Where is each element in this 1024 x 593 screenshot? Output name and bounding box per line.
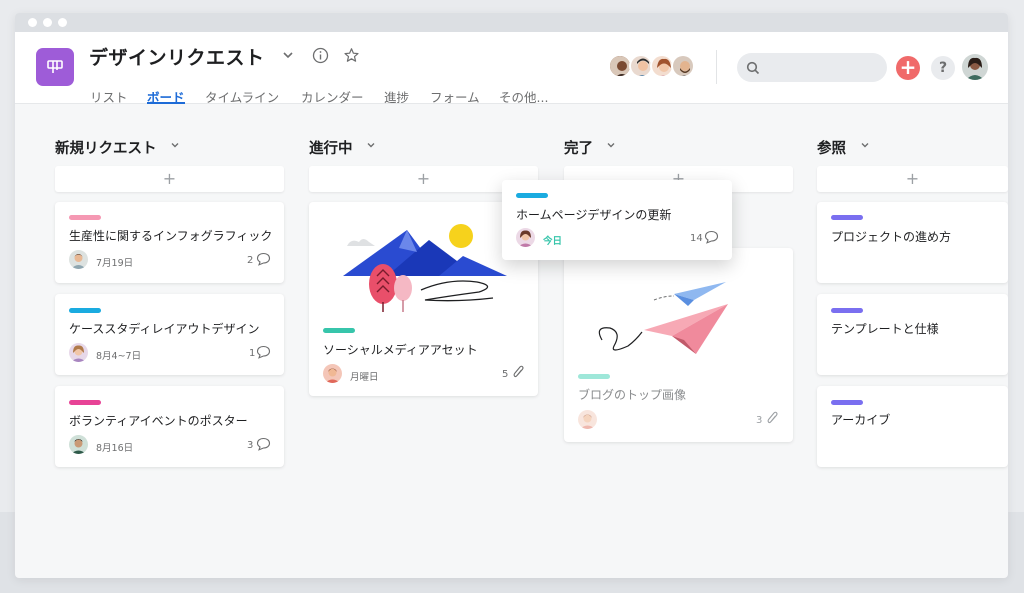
task-card[interactable]: テンプレートと仕様 [817,294,1008,375]
chevron-down-icon[interactable] [281,48,295,67]
task-title: 生産性に関するインフォグラフィック [69,229,273,243]
due-date: 今日 [543,236,563,247]
comment-icon [256,252,271,266]
comment-icon [256,345,271,359]
task-card[interactable]: アーカイブ [817,386,1008,467]
task-card[interactable]: ケーススタディレイアウトデザイン 8月4~7日 1 [55,294,284,375]
window-titlebar [15,13,1008,32]
search-icon [746,61,760,75]
due-date: 8月16日 [96,443,134,454]
chevron-down-icon[interactable] [366,140,376,153]
tag-bar [831,400,863,405]
add-task-button[interactable]: + [817,166,1008,192]
column-title: 新規リクエスト [55,141,157,157]
active-tab-indicator [147,102,185,104]
member-avatar[interactable] [671,54,695,78]
assignee-avatar[interactable] [69,343,88,362]
assignee-avatar[interactable] [516,228,535,247]
paper-plane-illustration [598,282,728,354]
column-title: 完了 [564,141,593,157]
app-window: デザインリクエスト リスト ボード タイムライン カレンダー 進捗 フォーム そ… [15,13,1008,578]
tag-bar [69,308,101,313]
task-title: ソーシャルメディアアセット [323,343,478,357]
tab-forms[interactable]: フォーム [430,87,480,106]
tag-bar [69,215,101,220]
window-dot [58,18,67,27]
assignee-avatar[interactable] [69,250,88,269]
tag-bar [516,193,548,198]
due-date: 7月19日 [96,258,134,269]
quick-add-button[interactable]: + [896,56,920,80]
due-date: 月曜日 [350,372,379,383]
tab-progress[interactable]: 進捗 [384,87,409,106]
help-button[interactable]: ? [931,56,955,80]
project-title: デザインリクエスト [89,47,265,69]
window-dot [28,18,37,27]
task-card[interactable]: プロジェクトの進め方 [817,202,1008,283]
comment-count: 1 [249,348,256,359]
assignee-avatar[interactable] [323,364,342,383]
tab-calendar[interactable]: カレンダー [301,87,364,106]
task-title: アーカイブ [831,413,891,427]
task-title: テンプレートと仕様 [831,322,939,336]
attachment-icon [513,365,524,378]
search-input[interactable] [737,53,887,82]
comment-count: 14 [690,233,703,244]
assignee-avatar[interactable] [578,410,597,429]
dragging-task-card[interactable]: ホームページデザインの更新 今日 14 [502,180,732,260]
tab-list[interactable]: リスト [90,87,128,106]
project-header: デザインリクエスト リスト ボード タイムライン カレンダー 進捗 フォーム そ… [15,32,1008,106]
tab-timeline[interactable]: タイムライン [205,87,279,106]
comment-icon [256,437,271,451]
comment-count: 3 [247,440,254,451]
task-title: ケーススタディレイアウトデザイン [69,322,260,336]
project-board-icon[interactable] [36,48,74,86]
task-title: プロジェクトの進め方 [831,230,952,244]
task-title: ブログのトップ画像 [578,388,687,402]
column-title: 参照 [817,141,846,157]
tag-bar [69,400,101,405]
column-title: 進行中 [309,141,353,157]
task-card[interactable]: ボランティアイベントのポスター 8月16日 3 [55,386,284,467]
tab-more[interactable]: その他... [499,87,548,106]
chevron-down-icon[interactable] [606,140,616,153]
header-divider [716,50,717,84]
info-icon[interactable] [312,47,329,69]
tag-bar [831,308,863,313]
task-card[interactable]: ブログのトップ画像 3 [564,248,793,442]
tag-bar [831,215,863,220]
mountain-illustration [343,224,507,312]
attachment-count: 3 [756,415,763,426]
assignee-avatar[interactable] [69,435,88,454]
attachment-count: 5 [502,369,509,380]
task-title: ボランティアイベントのポスター [69,414,248,428]
add-task-button[interactable]: + [55,166,284,192]
comment-count: 2 [247,255,254,266]
task-title: ホームページデザインの更新 [516,208,672,222]
tag-bar [578,374,610,379]
chevron-down-icon[interactable] [860,140,870,153]
chevron-down-icon[interactable] [170,140,180,153]
due-date: 8月4~7日 [96,351,142,362]
tag-bar [323,328,355,333]
task-card[interactable]: 生産性に関するインフォグラフィック 7月19日 2 [55,202,284,283]
star-icon[interactable] [343,47,360,69]
attachment-icon [767,411,778,424]
window-dot [43,18,52,27]
comment-icon [704,230,719,244]
user-avatar[interactable] [962,54,988,80]
